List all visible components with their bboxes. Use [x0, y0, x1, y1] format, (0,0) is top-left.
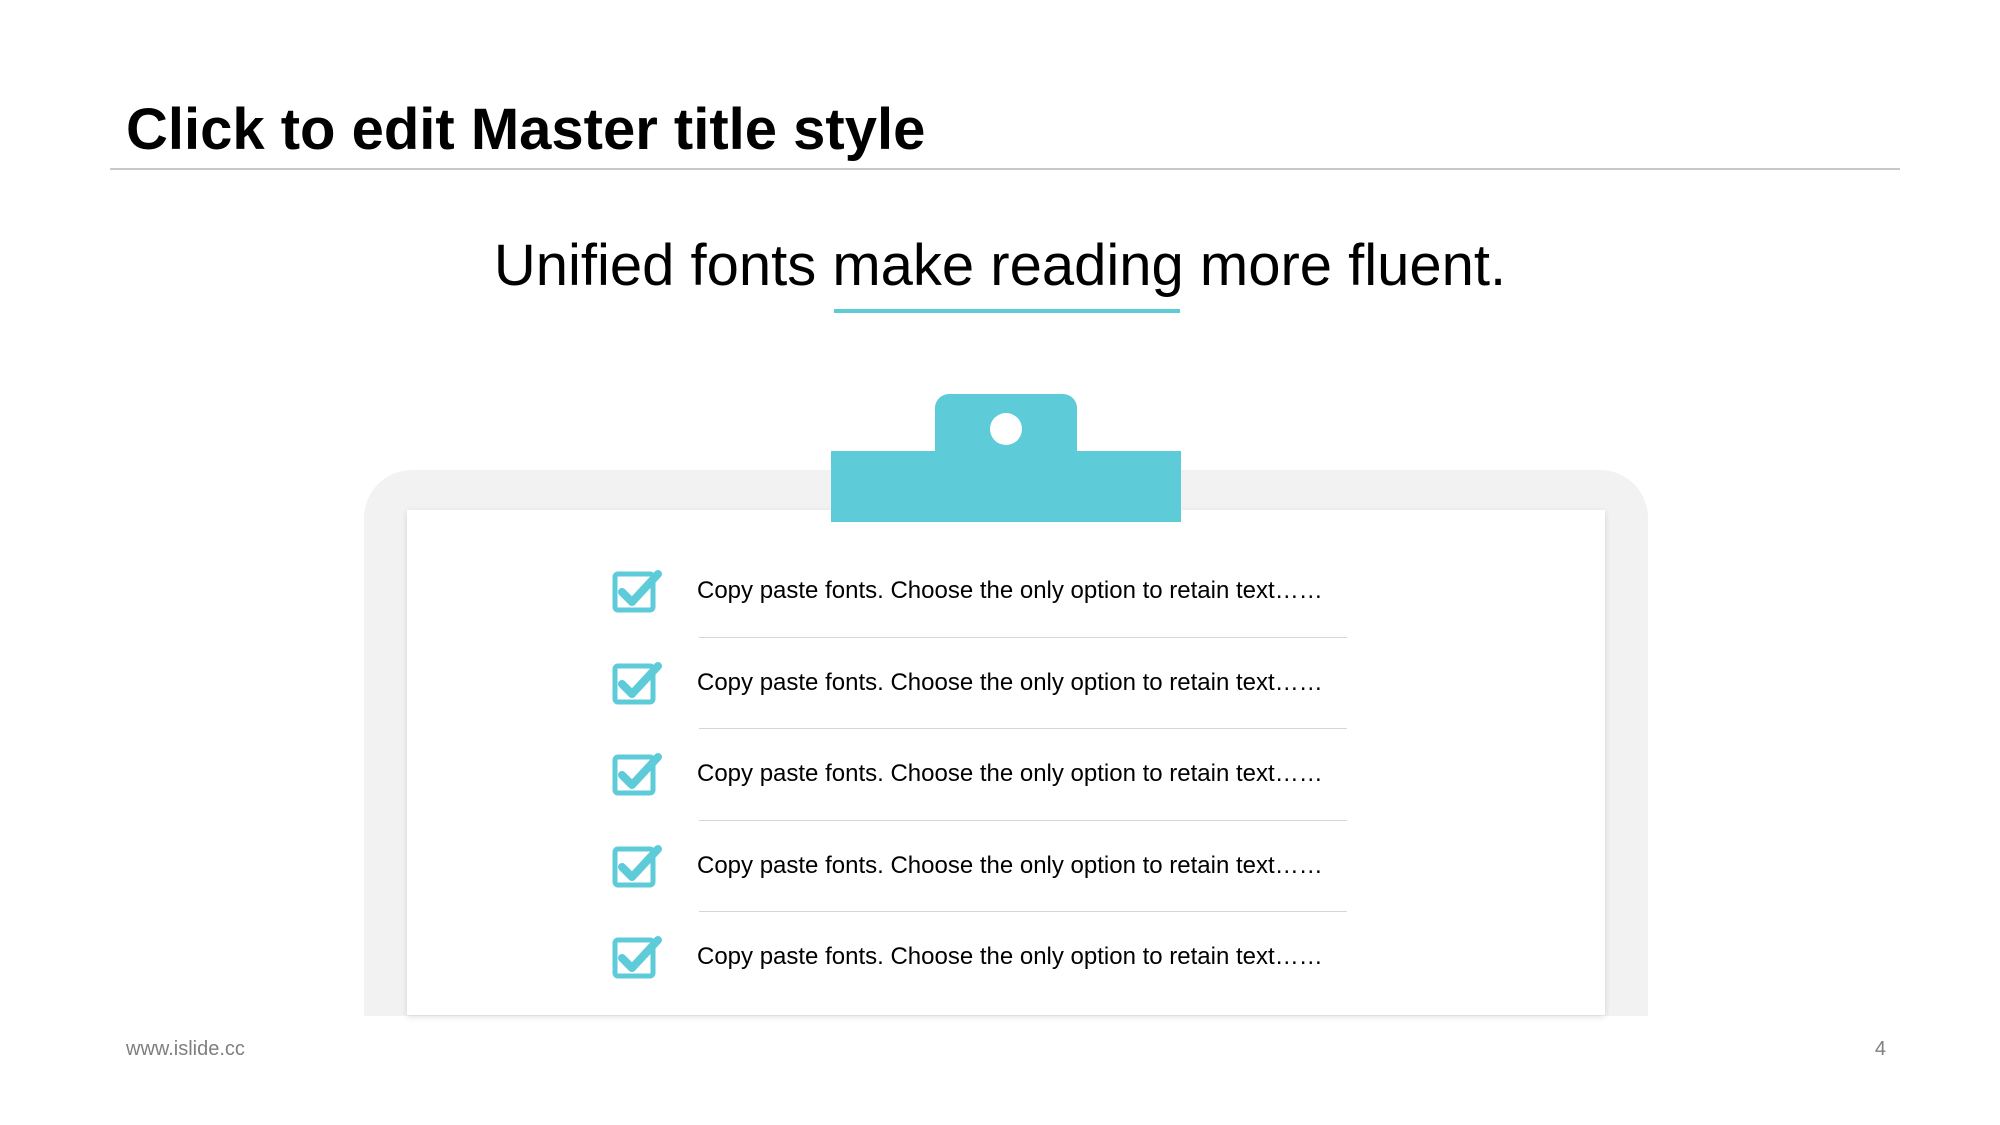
- checklist-item-text: Copy paste fonts. Choose the only option…: [697, 851, 1323, 879]
- checklist-item: Copy paste fonts. Choose the only option…: [612, 729, 1352, 821]
- checklist-item-text: Copy paste fonts. Choose the only option…: [697, 577, 1323, 604]
- title-divider: [110, 168, 1900, 170]
- checked-box-icon: [612, 751, 664, 797]
- checklist-item: Copy paste fonts. Choose the only option…: [612, 912, 1352, 1004]
- checked-box-icon: [612, 568, 664, 614]
- slide-subtitle: Unified fonts make reading more fluent.: [493, 233, 1507, 298]
- checklist-item: Copy paste fonts. Choose the only option…: [612, 821, 1352, 912]
- checked-box-icon: [612, 843, 664, 889]
- checked-box-icon: [612, 934, 664, 980]
- clipboard-clip-hole: [990, 413, 1022, 445]
- clipboard-clip-base: [831, 451, 1181, 522]
- checklist: Copy paste fonts. Choose the only option…: [612, 546, 1352, 1004]
- checklist-item-text: Copy paste fonts. Choose the only option…: [697, 668, 1323, 696]
- page-number: 4: [1874, 1038, 1886, 1060]
- slide-title: Click to edit Master title style: [126, 97, 926, 162]
- checklist-item-text: Copy paste fonts. Choose the only option…: [697, 760, 1323, 787]
- checked-box-icon: [612, 660, 664, 706]
- checklist-item: Copy paste fonts. Choose the only option…: [612, 638, 1352, 729]
- subtitle-underline: [834, 309, 1180, 313]
- footer-url: www.islide.cc: [126, 1038, 245, 1060]
- checklist-item: Copy paste fonts. Choose the only option…: [612, 546, 1352, 638]
- checklist-item-text: Copy paste fonts. Choose the only option…: [697, 943, 1323, 970]
